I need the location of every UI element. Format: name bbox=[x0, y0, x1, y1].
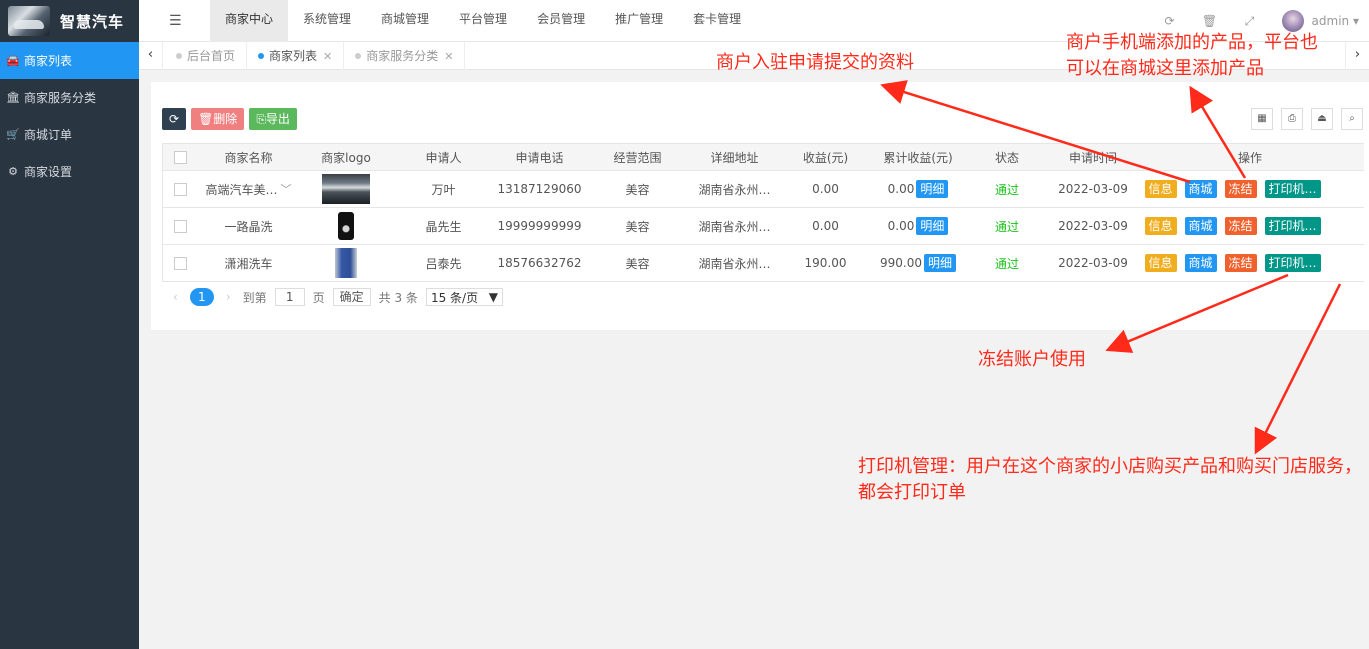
annotation-merchant-info: 商户入驻申请提交的资料 bbox=[716, 52, 914, 73]
annotation-freeze: 冻结账户使用 bbox=[978, 349, 1086, 370]
annotation-printer: 打印机管理：用户在这个商家的小店购买产品和购买门店服务，都会打印订单 bbox=[858, 456, 1362, 503]
arrow-to-printer-annotation bbox=[1254, 283, 1342, 455]
arrow-to-info-annotation bbox=[880, 80, 1191, 184]
annotation-arrows bbox=[880, 80, 1342, 455]
arrow-to-freeze-annotation bbox=[1105, 273, 1289, 353]
arrow-to-mall-annotation bbox=[1189, 85, 1247, 179]
annotation-mall-products: 商户手机端添加的产品，平台也可以在商城这里添加产品 bbox=[1066, 32, 1318, 79]
